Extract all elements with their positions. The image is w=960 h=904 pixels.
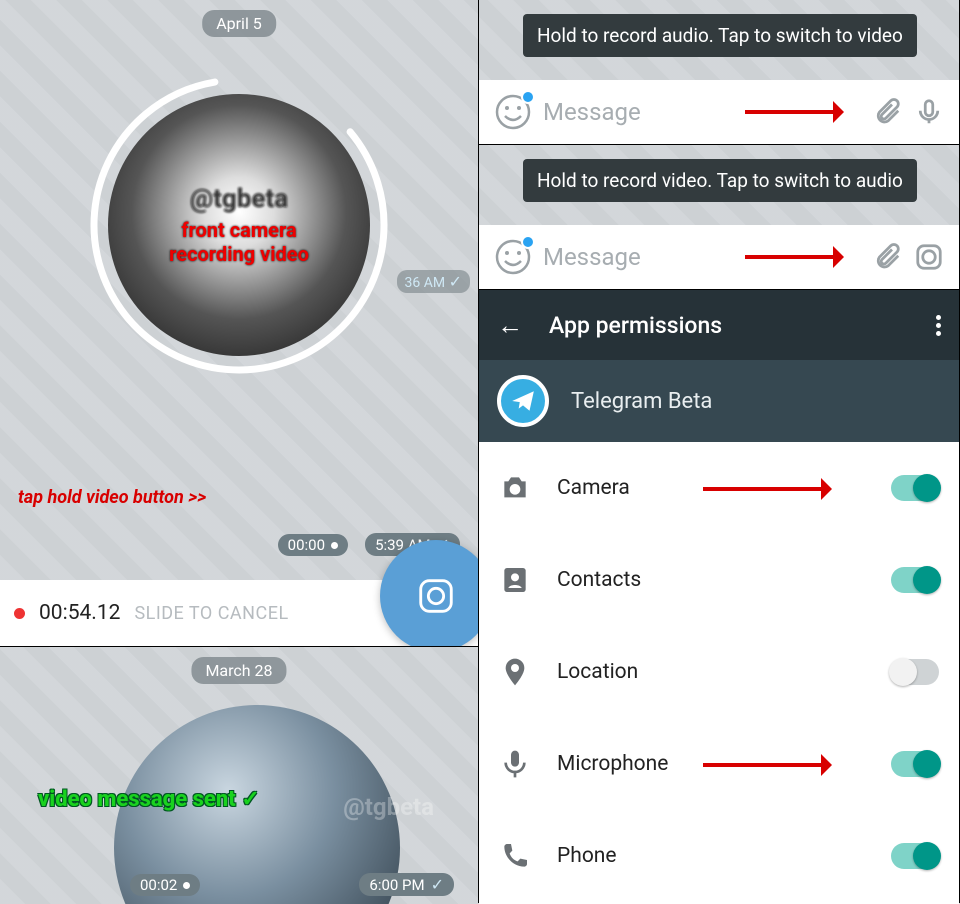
perm-row-contacts: Contacts bbox=[479, 534, 959, 626]
chat-background: April 5 @tgbeta front camera recording v… bbox=[0, 0, 478, 580]
location-icon bbox=[499, 656, 531, 688]
annotation-arrow-icon bbox=[703, 482, 843, 496]
attach-icon[interactable] bbox=[871, 241, 903, 273]
camera-icon bbox=[499, 472, 531, 504]
app-permissions-screen: ← App permissions Telegram Beta Camera Co… bbox=[479, 290, 959, 904]
overlay-line-1: front camera bbox=[181, 218, 296, 242]
attach-icon[interactable] bbox=[871, 96, 903, 128]
compose-audio-panel: Hold to record audio. Tap to switch to v… bbox=[479, 0, 959, 144]
back-icon[interactable]: ← bbox=[497, 310, 523, 341]
permissions-list: CameraContactsLocationMicrophonePhoneSMS bbox=[479, 442, 959, 904]
sent-time-stamp: 6:00 PM ✓ bbox=[359, 873, 454, 896]
perm-row-phone: Phone bbox=[479, 810, 959, 902]
annotation-tap-hold: tap hold video button >> bbox=[18, 487, 206, 508]
sent-dur-stamp: 00:02 bbox=[130, 874, 200, 896]
tooltip-video: Hold to record video. Tap to switch to a… bbox=[523, 159, 917, 202]
video-bubble: @tgbeta front camera recording video bbox=[94, 80, 384, 370]
annotation-arrow-icon bbox=[745, 105, 855, 119]
slide-to-cancel[interactable]: SLIDE TO CANCEL bbox=[134, 603, 288, 624]
rec-timer: 00:54.12 bbox=[39, 601, 120, 625]
contacts-icon bbox=[499, 564, 531, 596]
app-name: Telegram Beta bbox=[571, 389, 712, 414]
watermark-sent: @tgbeta bbox=[343, 793, 434, 821]
perm-toggle-phone[interactable] bbox=[891, 843, 939, 869]
perm-label: Phone bbox=[557, 844, 865, 868]
compose-video-panel: Hold to record video. Tap to switch to a… bbox=[479, 145, 959, 289]
compose-row-video: Message bbox=[479, 225, 959, 289]
mic-icon[interactable] bbox=[913, 96, 945, 128]
perm-row-camera: Camera bbox=[479, 442, 959, 534]
compose-row: Message bbox=[479, 80, 959, 144]
perm-toggle-contacts[interactable] bbox=[891, 567, 939, 593]
permissions-header: ← App permissions bbox=[479, 290, 959, 360]
perm-row-microphone: Microphone bbox=[479, 718, 959, 810]
unread-dot-icon bbox=[521, 90, 535, 104]
annotation-arrow-icon bbox=[745, 250, 855, 264]
video-message-icon[interactable] bbox=[913, 241, 945, 273]
perm-toggle-camera[interactable] bbox=[891, 475, 939, 501]
peek-timestamp: 36 AM ✓ bbox=[397, 270, 470, 293]
dur-stamp: 00:00 bbox=[278, 534, 348, 556]
rec-dot-icon bbox=[14, 608, 25, 619]
annotation-sent: video message sent ✓ bbox=[38, 787, 260, 812]
tooltip-audio: Hold to record audio. Tap to switch to v… bbox=[523, 14, 917, 57]
overflow-icon[interactable] bbox=[936, 315, 941, 336]
app-row: Telegram Beta bbox=[479, 360, 959, 442]
sent-panel: March 28 video message sent ✓ @tgbeta 00… bbox=[0, 646, 478, 904]
date-chip-sent: March 28 bbox=[191, 657, 286, 684]
emoji-icon[interactable] bbox=[493, 237, 533, 277]
perm-label: Location bbox=[557, 660, 865, 684]
message-input[interactable]: Message bbox=[543, 243, 735, 271]
perm-row-location: Location bbox=[479, 626, 959, 718]
annotation-arrow-icon bbox=[703, 758, 843, 772]
video-record-button[interactable] bbox=[380, 540, 478, 652]
emoji-icon[interactable] bbox=[493, 92, 533, 132]
microphone-icon bbox=[499, 748, 531, 780]
perm-toggle-microphone[interactable] bbox=[891, 751, 939, 777]
overlay-line-2: recording video bbox=[169, 242, 309, 266]
camera-preview: @tgbeta front camera recording video bbox=[108, 94, 370, 356]
message-input[interactable]: Message bbox=[543, 98, 735, 126]
perm-toggle-location[interactable] bbox=[891, 659, 939, 685]
recording-panel: April 5 @tgbeta front camera recording v… bbox=[0, 0, 478, 904]
phone-icon bbox=[499, 840, 531, 872]
unread-dot-icon bbox=[521, 235, 535, 249]
recording-footer: 00:54.12 SLIDE TO CANCEL bbox=[0, 580, 478, 646]
permissions-title: App permissions bbox=[549, 312, 722, 339]
watermark: @tgbeta bbox=[190, 184, 288, 214]
perm-label: Contacts bbox=[557, 568, 865, 592]
telegram-icon bbox=[497, 375, 549, 427]
